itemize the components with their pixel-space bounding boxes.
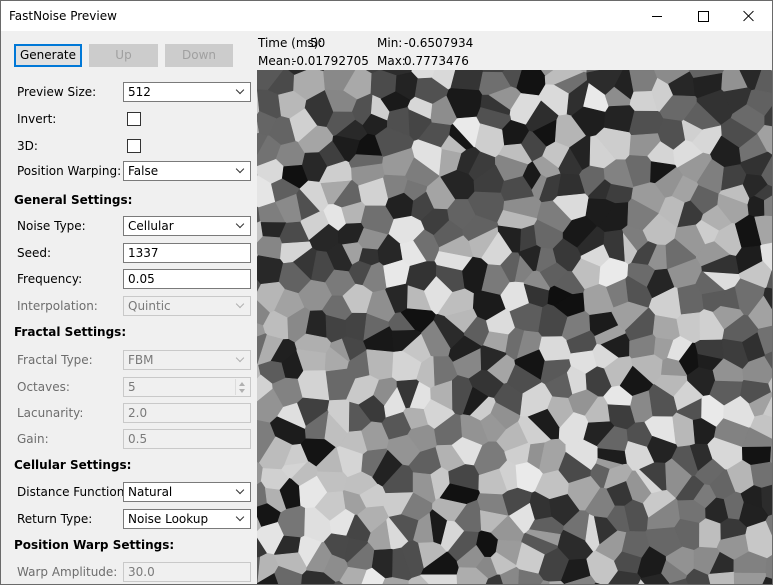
warp-amplitude-input[interactable]: 30.0 xyxy=(123,562,251,582)
chevron-down-icon xyxy=(236,354,246,364)
cellular-noise-canvas xyxy=(257,70,772,584)
return-type-value: Noise Lookup xyxy=(128,512,209,526)
noise-cell xyxy=(699,518,721,549)
lacunarity-input[interactable]: 2.0 xyxy=(123,403,251,423)
fractal-settings-heading: Fractal Settings: xyxy=(14,325,127,339)
min-value: -0.6507934 xyxy=(404,36,474,50)
interpolation-label: Interpolation: xyxy=(17,299,98,313)
lacunarity-label: Lacunarity: xyxy=(17,406,84,420)
interpolation-select[interactable]: Quintic xyxy=(123,296,251,316)
noise-type-label: Noise Type: xyxy=(17,219,86,233)
preview-size-select[interactable]: 512 xyxy=(123,82,251,102)
min-label: Min: xyxy=(377,36,403,50)
noise-cell xyxy=(538,336,572,362)
invert-label: Invert: xyxy=(17,112,57,126)
spin-up-icon xyxy=(239,382,245,386)
spin-down-icon xyxy=(239,389,245,393)
chevron-down-icon xyxy=(236,165,246,175)
noise-cell xyxy=(548,580,565,584)
noise-preview-image xyxy=(257,70,772,584)
position-warping-value: False xyxy=(128,164,159,178)
up-button[interactable]: Up xyxy=(89,44,158,67)
seed-label: Seed: xyxy=(17,246,52,260)
chevron-down-icon xyxy=(236,300,246,310)
invert-checkbox[interactable] xyxy=(127,112,141,126)
general-settings-heading: General Settings: xyxy=(14,193,133,207)
chevron-down-icon xyxy=(236,486,246,496)
seed-input[interactable]: 1337 xyxy=(123,243,251,263)
frequency-label: Frequency: xyxy=(17,272,83,286)
distance-function-select[interactable]: Natural xyxy=(123,482,251,502)
window-title: FastNoise Preview xyxy=(9,9,117,23)
position-warp-settings-heading: Position Warp Settings: xyxy=(14,538,175,552)
return-type-select[interactable]: Noise Lookup xyxy=(123,509,251,529)
noise-cell xyxy=(733,572,767,584)
warp-amplitude-label: Warp Amplitude: xyxy=(17,565,118,579)
close-button[interactable] xyxy=(726,1,772,31)
position-warping-select[interactable]: False xyxy=(123,161,251,181)
title-bar: FastNoise Preview xyxy=(1,1,772,31)
position-warping-label: Position Warping: xyxy=(17,164,122,178)
noise-cell xyxy=(630,390,654,424)
noise-cell xyxy=(297,370,330,401)
chevron-down-icon xyxy=(236,513,246,523)
preview-size-label: Preview Size: xyxy=(17,85,97,99)
noise-cell xyxy=(450,70,484,91)
maximize-icon xyxy=(697,10,709,22)
noise-type-value: Cellular xyxy=(128,219,174,233)
octaves-label: Octaves: xyxy=(17,380,70,394)
close-icon xyxy=(743,10,755,22)
threed-label: 3D: xyxy=(17,139,38,153)
threed-checkbox[interactable] xyxy=(127,139,141,153)
return-type-label: Return Type: xyxy=(17,512,93,526)
noise-cell xyxy=(708,571,735,584)
gain-input[interactable]: 0.5 xyxy=(123,429,251,449)
fractal-type-select[interactable]: FBM xyxy=(123,350,251,370)
preview-size-value: 512 xyxy=(128,85,151,99)
noise-cell xyxy=(750,461,772,489)
octaves-stepper[interactable]: 5 xyxy=(123,377,251,397)
noise-cell xyxy=(747,195,765,218)
chevron-down-icon xyxy=(236,220,246,230)
chevron-down-icon xyxy=(236,86,246,96)
fractal-type-label: Fractal Type: xyxy=(17,353,93,367)
time-value: 50 xyxy=(310,36,326,50)
fractal-type-value: FBM xyxy=(128,353,154,367)
octaves-value: 5 xyxy=(128,380,136,394)
noise-type-select[interactable]: Cellular xyxy=(123,216,251,236)
interpolation-value: Quintic xyxy=(128,299,171,313)
octaves-spinner[interactable] xyxy=(235,379,249,395)
generate-button[interactable]: Generate xyxy=(14,44,82,67)
minimize-icon xyxy=(652,15,662,17)
max-label: Max: xyxy=(377,54,406,68)
distance-function-label: Distance Function: xyxy=(17,485,129,499)
max-value: 0.7773476 xyxy=(404,54,469,68)
mean-label: Mean: xyxy=(258,54,295,68)
down-button[interactable]: Down xyxy=(165,44,233,67)
noise-cell xyxy=(366,349,394,381)
frequency-input[interactable]: 0.05 xyxy=(123,269,251,289)
distance-function-value: Natural xyxy=(128,485,173,499)
noise-cell xyxy=(652,314,681,341)
gain-label: Gain: xyxy=(17,432,49,446)
cellular-settings-heading: Cellular Settings: xyxy=(14,458,132,472)
maximize-button[interactable] xyxy=(680,1,726,31)
mean-value: -0.01792705 xyxy=(292,54,369,68)
minimize-button[interactable] xyxy=(634,1,680,31)
app-window: FastNoise Preview Generate Up Down Time … xyxy=(0,0,773,585)
